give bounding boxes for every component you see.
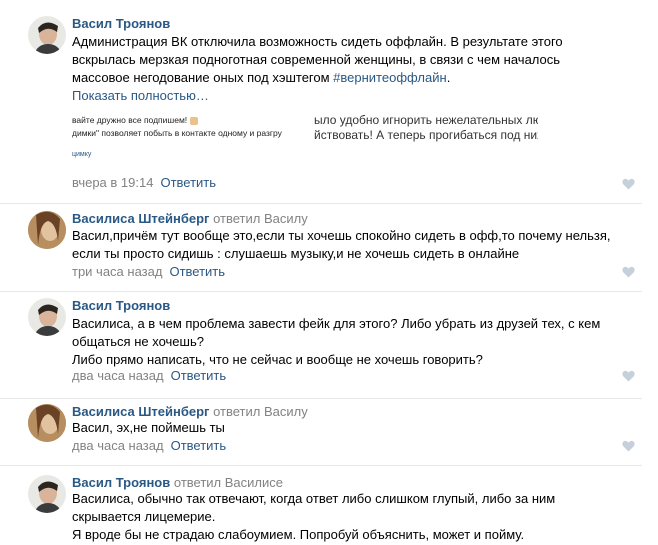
reply-to-name[interactable]: Василу	[264, 404, 308, 419]
comment-meta: два часа назад Ответить	[72, 438, 226, 454]
like-icon[interactable]	[622, 178, 635, 190]
comment-author[interactable]: Василиса Штейнберг	[72, 211, 209, 226]
hashtag-link[interactable]: #вернитеоффлайн	[333, 70, 447, 85]
comment-author[interactable]: Васил Троянов	[72, 475, 170, 490]
comment-time[interactable]: два часа назад	[72, 368, 164, 383]
reply-to-label: ответил Василу	[213, 211, 308, 226]
reply-to-name[interactable]: Василу	[264, 211, 308, 226]
comment-text: Васил,причём тут вообще это,если ты хоче…	[72, 227, 642, 263]
like-icon[interactable]	[622, 440, 635, 452]
reply-button[interactable]: Ответить	[160, 175, 216, 190]
reply-button[interactable]: Ответить	[169, 264, 225, 279]
image-text: вайте дружно все подпишем!	[72, 115, 198, 125]
comment-2: Василиса Штейнберг ответил Василу Васил,…	[0, 204, 642, 292]
comment-text-line: скрывается лицемерие.	[72, 509, 216, 524]
pray-emoji-icon	[189, 116, 198, 125]
comment-author[interactable]: Васил Троянов	[72, 16, 170, 32]
reply-to-label: ответил Василисе	[174, 475, 283, 490]
reply-to-name[interactable]: Василисе	[225, 475, 283, 490]
comment-text-line: массовое негодование оных под хэштегом #…	[72, 69, 642, 87]
comment-meta: три часа назад Ответить	[72, 264, 225, 280]
avatar[interactable]	[28, 16, 66, 54]
comment-text-line: общаться не хочешь?	[72, 334, 204, 349]
image-text: йствовать! А теперь прогибаться под них!…	[314, 128, 538, 142]
image-text-line: вайте дружно все подпишем!	[72, 115, 188, 125]
comment-text-line: Василиса, а в чем проблема завести фейк …	[72, 316, 601, 331]
comment-author[interactable]: Василиса Штейнберг	[72, 404, 209, 419]
comment-time[interactable]: вчера в 19:14	[72, 175, 153, 190]
like-icon[interactable]	[622, 266, 635, 278]
comment-1: Васил Троянов Администрация ВК отключила…	[0, 0, 642, 204]
comment-3: Васил Троянов Василиса, а в чем проблема…	[0, 292, 642, 399]
attached-image[interactable]: вайте дружно все подпишем! димки" позвол…	[72, 113, 538, 158]
reply-button[interactable]: Ответить	[171, 438, 227, 453]
comment-text-line: если ты просто сидишь : слушаешь музыку,…	[72, 246, 520, 261]
comment-5: Васил Троянов ответил Василисе Василиса,…	[0, 466, 642, 545]
comment-text-segment: массовое негодование оных под хэштегом	[72, 70, 334, 85]
comment-text-line: Я вроде бы не страдаю слабоумием. Попроб…	[72, 527, 525, 542]
comment-text-line: Василиса, обычно так отвечают, когда отв…	[72, 491, 556, 506]
image-text: цимку	[72, 151, 92, 158]
comment-text: Василиса, а в чем проблема завести фейк …	[72, 315, 642, 369]
comment-text-line: Васил,причём тут вообще это,если ты хоче…	[72, 228, 611, 243]
comment-text: Василиса, обычно так отвечают, когда отв…	[72, 490, 642, 544]
comment-text-line: Либо прямо написать, что не сейчас и воо…	[72, 352, 483, 367]
comment-meta: два часа назад Ответить	[72, 368, 226, 384]
comment-author-line: Василиса Штейнберг ответил Василу	[72, 404, 308, 420]
comment-author[interactable]: Васил Троянов	[72, 298, 170, 314]
comment-text: Васил, эх,не поймешь ты	[72, 419, 642, 437]
comment-text: Администрация ВК отключила возможность с…	[72, 33, 642, 105]
comment-author-line: Васил Троянов ответил Василисе	[72, 475, 283, 491]
like-icon[interactable]	[622, 370, 635, 382]
reply-button[interactable]: Ответить	[171, 368, 227, 383]
comment-time[interactable]: два часа назад	[72, 438, 164, 453]
image-text: димки" позволяет побыть в контакте одном…	[72, 128, 282, 138]
reply-prefix: ответил	[213, 404, 261, 419]
comment-author-line: Василиса Штейнберг ответил Василу	[72, 211, 308, 227]
comment-4: Василиса Штейнберг ответил Василу Васил,…	[0, 399, 642, 466]
comment-time[interactable]: три часа назад	[72, 264, 162, 279]
show-more-link[interactable]: Показать полностью…	[72, 87, 642, 105]
comment-text-line: Администрация ВК отключила возможность с…	[72, 34, 563, 49]
avatar[interactable]	[28, 298, 66, 336]
avatar[interactable]	[28, 404, 66, 442]
reply-to-label: ответил Василу	[213, 404, 308, 419]
reply-prefix: ответил	[173, 475, 222, 490]
comment-text-segment: .	[446, 70, 451, 85]
image-text: ыло удобно игнорить нежелательных людей	[314, 113, 538, 127]
reply-prefix: ответил	[213, 211, 261, 226]
comment-meta: вчера в 19:14 Ответить	[72, 175, 216, 191]
avatar[interactable]	[28, 475, 66, 513]
comment-text-line: Васил, эх,не поймешь ты	[72, 420, 225, 435]
comment-text-line: вскрылась мерзкая подноготная современно…	[72, 52, 561, 67]
avatar[interactable]	[28, 211, 66, 249]
